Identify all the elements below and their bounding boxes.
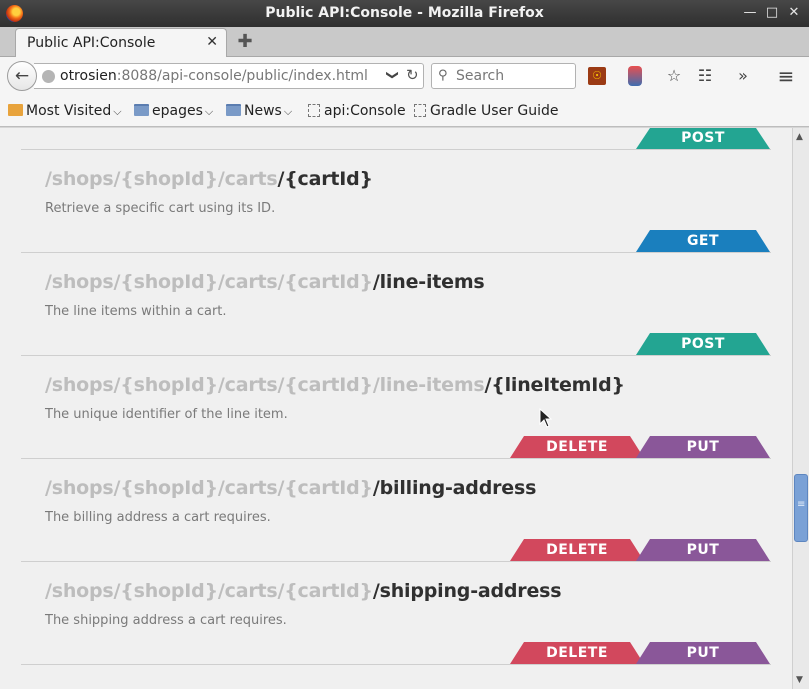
bookmark-api-console[interactable]: api:Console bbox=[308, 103, 406, 119]
divider bbox=[21, 252, 771, 253]
divider bbox=[21, 664, 771, 665]
page-content: POST /shops/{shopId}/carts/{cartId} Retr… bbox=[0, 128, 792, 689]
path-segment: /billing-address bbox=[372, 477, 537, 499]
bookmark-gradle-user-guide[interactable]: Gradle User Guide bbox=[414, 103, 559, 119]
method-badge-delete[interactable]: DELETE bbox=[510, 436, 644, 458]
url-host: otrosien bbox=[60, 68, 117, 84]
bookmark-folder-epages[interactable]: epages ⌵ bbox=[134, 103, 213, 119]
grip-icon: ≡ bbox=[797, 499, 806, 510]
bookmark-star-icon[interactable]: ☆ bbox=[664, 66, 684, 86]
search-input[interactable] bbox=[456, 67, 571, 85]
chevron-down-icon: ⌵ bbox=[204, 105, 214, 118]
method-badge-put[interactable]: PUT bbox=[636, 539, 770, 561]
reload-icon[interactable]: ↻ bbox=[406, 66, 419, 84]
divider bbox=[21, 561, 771, 562]
path-prefix: /shops/{shopId}/carts/{cartId}/line-item… bbox=[45, 374, 485, 396]
path-segment: /shipping-address bbox=[372, 580, 562, 602]
path-prefix: /shops/{shopId}/carts/{cartId} bbox=[45, 477, 373, 499]
resource-description: The line items within a cart. bbox=[45, 304, 227, 319]
resource-item[interactable]: /shops/{shopId}/carts/{cartId} Retrieve … bbox=[45, 168, 373, 216]
overflow-chevron-icon[interactable]: » bbox=[733, 66, 753, 86]
resource-description: The billing address a cart requires. bbox=[45, 510, 271, 525]
bookmark-label: api:Console bbox=[324, 103, 406, 119]
title-bar: Public API:Console - Mozilla Firefox — □… bbox=[0, 0, 809, 27]
tab-public-api-console[interactable]: Public API:Console ✕ bbox=[15, 28, 227, 58]
window-title: Public API:Console - Mozilla Firefox bbox=[265, 5, 544, 21]
close-tab-icon[interactable]: ✕ bbox=[206, 34, 218, 50]
tab-strip: Public API:Console ✕ bbox=[0, 27, 809, 58]
url-bar[interactable]: otrosien:8088/api-console/public/index.h… bbox=[34, 63, 424, 89]
new-tab-icon[interactable]: ✚ bbox=[236, 33, 254, 51]
method-badge-post[interactable]: POST bbox=[636, 333, 770, 355]
path-prefix: /shops/{shopId}/carts/{cartId} bbox=[45, 271, 373, 293]
search-bar[interactable]: ⚲ bbox=[431, 63, 576, 89]
resource-description: Retrieve a specific cart using its ID. bbox=[45, 201, 276, 216]
bookmark-label: Gradle User Guide bbox=[430, 103, 559, 119]
resource-path[interactable]: /shops/{shopId}/carts/{cartId}/shipping-… bbox=[45, 580, 562, 602]
navigation-toolbar: otrosien:8088/api-console/public/index.h… bbox=[0, 57, 809, 95]
minimize-button[interactable]: — bbox=[742, 5, 758, 21]
path-prefix: /shops/{shopId}/carts bbox=[45, 168, 278, 190]
chevron-down-icon: ⌵ bbox=[283, 105, 293, 118]
resource-description: The unique identifier of the line item. bbox=[45, 407, 288, 422]
method-badge-put[interactable]: PUT bbox=[636, 436, 770, 458]
folder-icon bbox=[134, 104, 149, 116]
bookmark-label: News bbox=[244, 103, 282, 119]
resource-description: The shipping address a cart requires. bbox=[45, 613, 287, 628]
divider bbox=[21, 355, 771, 356]
divider bbox=[21, 149, 771, 150]
chevron-down-icon: ⌵ bbox=[113, 105, 122, 118]
method-badge-post[interactable]: POST bbox=[636, 128, 770, 149]
scrollbar-thumb[interactable]: ≡ bbox=[794, 474, 808, 542]
divider bbox=[21, 458, 771, 459]
extension-badge-icon[interactable] bbox=[628, 66, 642, 86]
mouse-cursor-icon bbox=[539, 408, 553, 428]
resource-path[interactable]: /shops/{shopId}/carts/{cartId}/billing-a… bbox=[45, 477, 536, 499]
scroll-up-icon[interactable]: ▲ bbox=[796, 132, 803, 142]
url-history-dropdown-icon[interactable]: ❯ bbox=[386, 70, 400, 80]
resource-item[interactable]: /shops/{shopId}/carts/{cartId}/billing-a… bbox=[45, 477, 536, 525]
vertical-scrollbar[interactable]: ▲ ≡ ▼ bbox=[792, 128, 809, 689]
hamburger-menu-icon[interactable]: ≡ bbox=[776, 66, 796, 86]
tab-label: Public API:Console bbox=[27, 35, 156, 51]
most-visited-icon bbox=[8, 104, 23, 116]
bookmarks-toolbar: Most Visited ⌵ epages ⌵ News ⌵ api:Console … bbox=[0, 95, 809, 127]
page-icon bbox=[414, 104, 426, 117]
method-badge-put[interactable]: PUT bbox=[636, 642, 770, 664]
method-badge-get[interactable]: GET bbox=[636, 230, 770, 252]
url-text[interactable]: otrosien:8088/api-console/public/index.h… bbox=[60, 68, 368, 84]
resource-item[interactable]: /shops/{shopId}/carts/{cartId}/shipping-… bbox=[45, 580, 562, 628]
bookmark-folder-news[interactable]: News ⌵ bbox=[226, 103, 292, 119]
reading-list-icon[interactable]: ☷ bbox=[695, 66, 715, 86]
path-segment: /{lineItemId} bbox=[484, 374, 626, 396]
close-window-button[interactable]: ✕ bbox=[786, 5, 802, 21]
back-button[interactable]: ← bbox=[7, 61, 37, 91]
resource-path[interactable]: /shops/{shopId}/carts/{cartId}/line-item… bbox=[45, 271, 485, 293]
resource-item[interactable]: /shops/{shopId}/carts/{cartId}/line-item… bbox=[45, 271, 485, 319]
page-icon bbox=[308, 104, 320, 117]
method-badge-delete[interactable]: DELETE bbox=[510, 539, 644, 561]
path-segment: /line-items bbox=[372, 271, 485, 293]
search-icon: ⚲ bbox=[438, 68, 448, 83]
extension-icon[interactable]: ☉ bbox=[588, 67, 606, 85]
resource-path[interactable]: /shops/{shopId}/carts/{cartId} bbox=[45, 168, 373, 190]
bookmark-label: Most Visited bbox=[26, 103, 112, 119]
site-identity-icon[interactable] bbox=[42, 70, 55, 83]
scroll-down-icon[interactable]: ▼ bbox=[796, 675, 803, 685]
url-path: :8088/api-console/public/index.html bbox=[116, 68, 368, 84]
bookmark-label: epages bbox=[152, 103, 203, 119]
maximize-button[interactable]: □ bbox=[764, 5, 780, 21]
path-segment: /{cartId} bbox=[277, 168, 373, 190]
folder-icon bbox=[226, 104, 241, 116]
resource-item[interactable]: /shops/{shopId}/carts/{cartId}/line-item… bbox=[45, 374, 625, 422]
method-badge-delete[interactable]: DELETE bbox=[510, 642, 644, 664]
resource-path[interactable]: /shops/{shopId}/carts/{cartId}/line-item… bbox=[45, 374, 625, 396]
bookmark-most-visited[interactable]: Most Visited ⌵ bbox=[8, 103, 122, 119]
path-prefix: /shops/{shopId}/carts/{cartId} bbox=[45, 580, 373, 602]
